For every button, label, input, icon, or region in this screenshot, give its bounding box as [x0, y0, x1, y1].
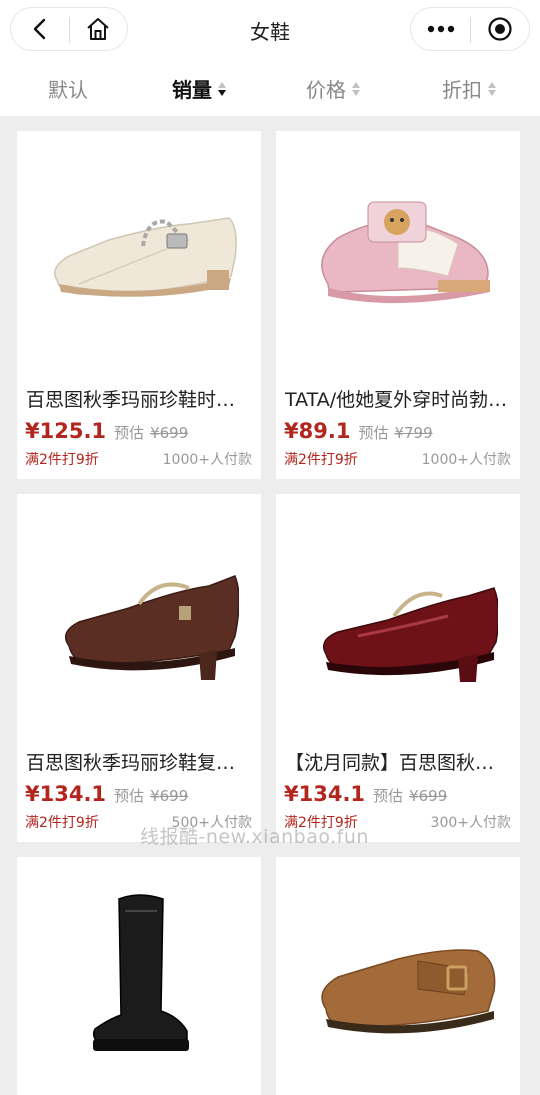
product-image [17, 857, 261, 1095]
sort-arrows-icon [352, 81, 360, 96]
product-card[interactable]: 百思图秋季玛丽珍鞋时… ¥125.1 预估 ¥699 满2件打9折 1000+人… [17, 131, 261, 479]
sort-sales-label: 销量 [172, 78, 212, 102]
target-icon [487, 17, 512, 41]
product-price: ¥125.1 [25, 419, 107, 443]
product-price: ¥134.1 [25, 782, 107, 806]
more-icon [427, 25, 454, 33]
original-price: ¥699 [150, 424, 189, 442]
sort-bar: 默认 销量 价格 折扣 [0, 64, 540, 114]
sold-count: 1000+人付款 [162, 452, 252, 468]
product-name: 【沈月同款】百思图秋… [285, 752, 495, 774]
sold-count: 1000+人付款 [421, 452, 511, 468]
product-price: ¥134.1 [284, 782, 366, 806]
sort-discount[interactable]: 折扣 [442, 74, 496, 103]
product-name: 百思图秋季玛丽珍鞋复… [26, 752, 236, 774]
price-row: ¥134.1 预估 ¥699 [284, 782, 447, 806]
sort-arrows-icon [488, 81, 496, 96]
sort-default[interactable]: 默认 [48, 74, 88, 103]
promo-tag: 满2件打9折 [284, 452, 358, 468]
estimate-label: 预估 [373, 787, 404, 805]
product-name: TATA/他她夏外穿时尚勃… [285, 389, 508, 411]
sort-price[interactable]: 价格 [306, 74, 360, 103]
promo-tag: 满2件打9折 [25, 815, 99, 831]
product-card[interactable] [17, 857, 261, 1095]
promo-tag: 满2件打9折 [25, 452, 99, 468]
price-row: ¥89.1 预估 ¥799 [284, 419, 433, 443]
product-card[interactable]: TATA/他她夏外穿时尚勃… ¥89.1 预估 ¥799 满2件打9折 1000… [276, 131, 520, 479]
price-row: ¥134.1 预估 ¥699 [25, 782, 188, 806]
price-row: ¥125.1 预估 ¥699 [25, 419, 188, 443]
estimate-label: 预估 [358, 424, 389, 442]
product-image [17, 494, 261, 738]
sold-count: 300+人付款 [430, 815, 511, 831]
sort-price-label: 价格 [306, 78, 346, 102]
more-button[interactable] [411, 8, 470, 50]
product-card[interactable]: 【沈月同款】百思图秋… ¥134.1 预估 ¥699 满2件打9折 300+人付… [276, 494, 520, 842]
sort-default-label: 默认 [48, 78, 88, 102]
header: 女鞋 默认 销量 价格 折扣 [0, 0, 540, 116]
product-image [276, 857, 520, 1095]
product-card[interactable] [276, 857, 520, 1095]
product-image [276, 494, 520, 738]
product-image [276, 131, 520, 375]
sort-arrows-icon [218, 81, 226, 96]
sort-discount-label: 折扣 [442, 78, 482, 102]
product-price: ¥89.1 [284, 419, 351, 443]
original-price: ¥799 [394, 424, 433, 442]
close-miniapp-button[interactable] [470, 8, 529, 50]
product-card[interactable]: 百思图秋季玛丽珍鞋复… ¥134.1 预估 ¥699 满2件打9折 500+人付… [17, 494, 261, 842]
original-price: ¥699 [150, 787, 189, 805]
product-name: 百思图秋季玛丽珍鞋时… [26, 389, 236, 411]
estimate-label: 预估 [114, 424, 145, 442]
watermark: 线报酷-new.xianbao.fun [140, 826, 369, 848]
product-image [17, 131, 261, 375]
nav-capsule-right [410, 7, 530, 51]
sort-sales[interactable]: 销量 [172, 74, 226, 103]
estimate-label: 预估 [114, 787, 145, 805]
original-price: ¥699 [409, 787, 448, 805]
